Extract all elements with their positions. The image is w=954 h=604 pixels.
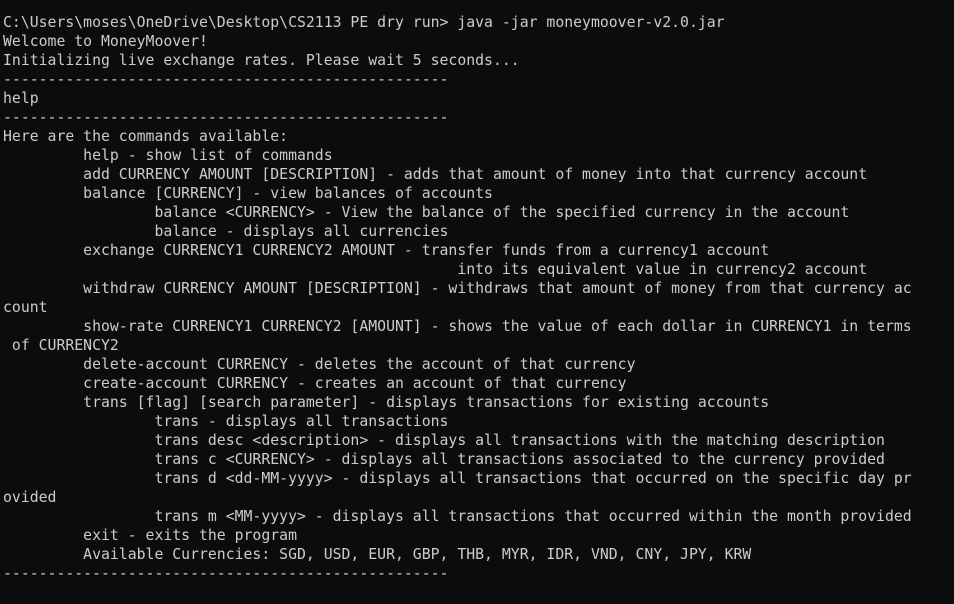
trans-day-subcommand: trans d <dd-MM-yyyy> - displays all tran… xyxy=(3,470,912,487)
welcome-message: Welcome to MoneyMoover! xyxy=(3,33,208,50)
prompt-command-line: C:\Users\moses\OneDrive\Desktop\CS2113 P… xyxy=(3,14,725,31)
commands-header: Here are the commands available: xyxy=(3,128,289,145)
user-input-help: help xyxy=(3,90,39,107)
exchange-command-continuation: into its equivalent value in currency2 a… xyxy=(3,261,868,278)
balance-all-subcommand: balance - displays all currencies xyxy=(3,223,449,240)
trans-all-subcommand: trans - displays all transactions xyxy=(3,413,449,430)
trans-command-line: trans [flag] [search parameter] - displa… xyxy=(3,394,770,411)
separator-line: ----------------------------------------… xyxy=(3,109,449,126)
create-account-command-line: create-account CURRENCY - creates an acc… xyxy=(3,375,627,392)
terminal-window[interactable]: C:\Users\moses\OneDrive\Desktop\CS2113 P… xyxy=(0,0,954,604)
help-command-line: help - show list of commands xyxy=(3,147,333,164)
delete-account-command-line: delete-account CURRENCY - deletes the ac… xyxy=(3,356,636,373)
withdraw-command-wrap: count xyxy=(3,299,48,316)
init-message: Initializing live exchange rates. Please… xyxy=(3,52,520,69)
trans-day-subcommand-wrap: ovided xyxy=(3,489,57,506)
show-rate-command-wrap: of CURRENCY2 xyxy=(3,337,119,354)
show-rate-command-line: show-rate CURRENCY1 CURRENCY2 [AMOUNT] -… xyxy=(3,318,912,335)
trans-currency-subcommand: trans c <CURRENCY> - displays all transa… xyxy=(3,451,885,468)
exchange-command-line: exchange CURRENCY1 CURRENCY2 AMOUNT - tr… xyxy=(3,242,770,259)
exit-command-line: exit - exits the program xyxy=(3,527,297,544)
trans-month-subcommand: trans m <MM-yyyy> - displays all transac… xyxy=(3,508,912,525)
balance-currency-subcommand: balance <CURRENCY> - View the balance of… xyxy=(3,204,850,221)
separator-line: ----------------------------------------… xyxy=(3,565,449,582)
separator-line: ----------------------------------------… xyxy=(3,71,449,88)
add-command-line: add CURRENCY AMOUNT [DESCRIPTION] - adds… xyxy=(3,166,868,183)
available-currencies-line: Available Currencies: SGD, USD, EUR, GBP… xyxy=(3,546,752,563)
withdraw-command-line: withdraw CURRENCY AMOUNT [DESCRIPTION] -… xyxy=(3,280,912,297)
trans-desc-subcommand: trans desc <description> - displays all … xyxy=(3,432,885,449)
balance-command-line: balance [CURRENCY] - view balances of ac… xyxy=(3,185,493,202)
